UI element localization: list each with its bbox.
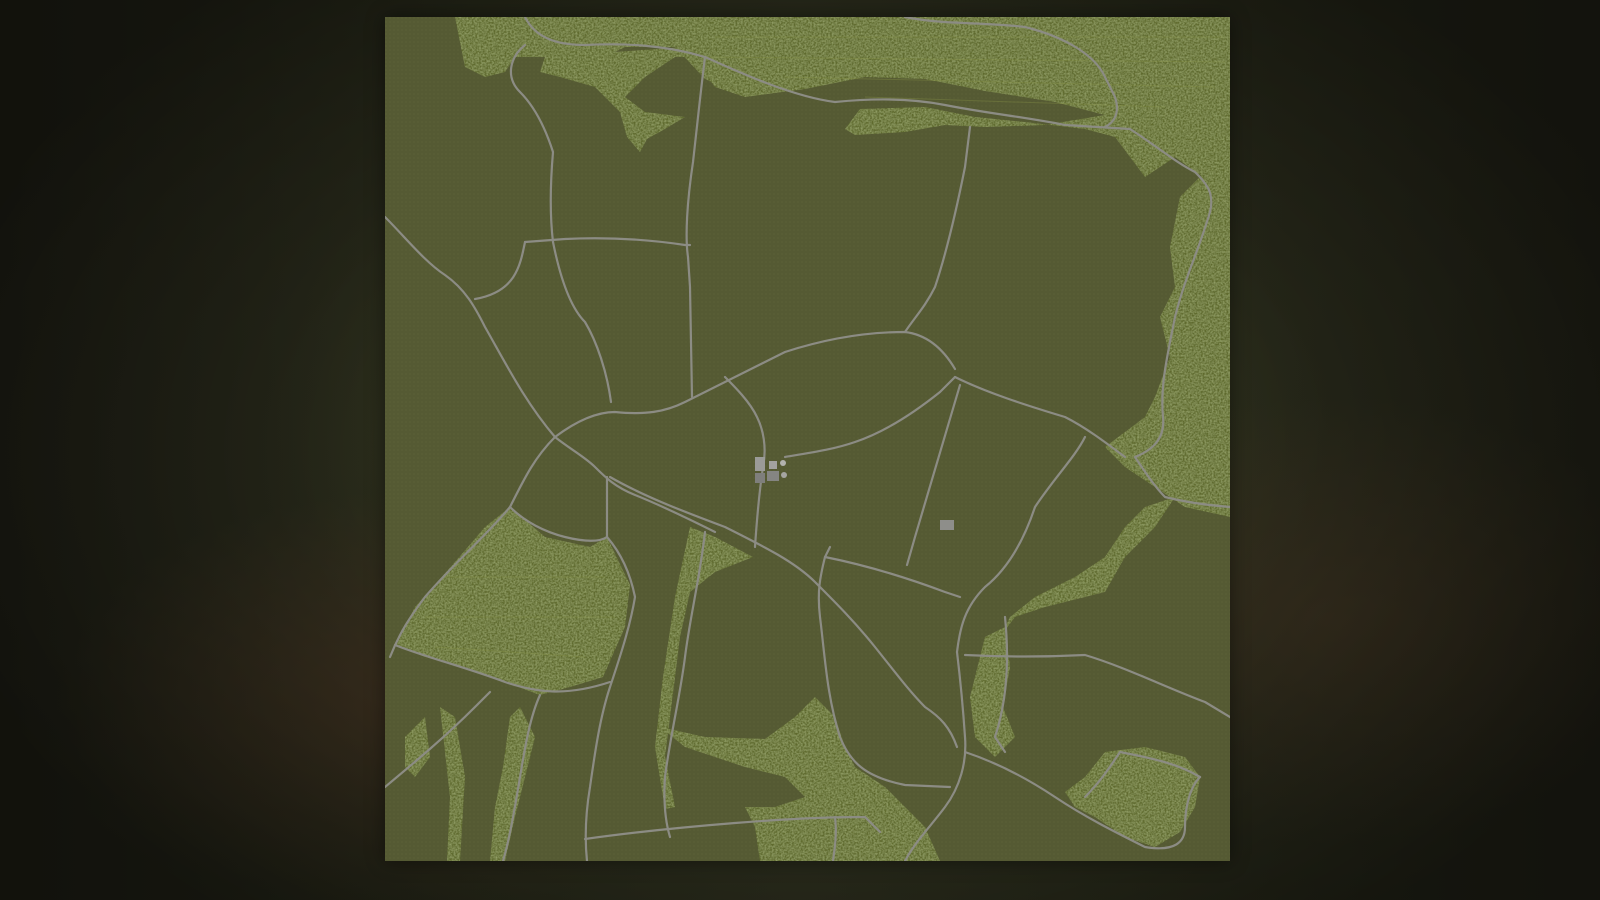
map-view[interactable]	[385, 17, 1230, 861]
field-marker[interactable]	[940, 520, 954, 530]
farm-silo-1[interactable]	[780, 460, 786, 466]
map-canvas[interactable]	[385, 17, 1230, 861]
farm-building-barn[interactable]	[755, 457, 765, 471]
farm-building-shed[interactable]	[755, 473, 765, 483]
farm-silo-2[interactable]	[781, 472, 787, 478]
farm-building-house[interactable]	[769, 461, 777, 469]
farm-building-yard[interactable]	[767, 471, 779, 481]
